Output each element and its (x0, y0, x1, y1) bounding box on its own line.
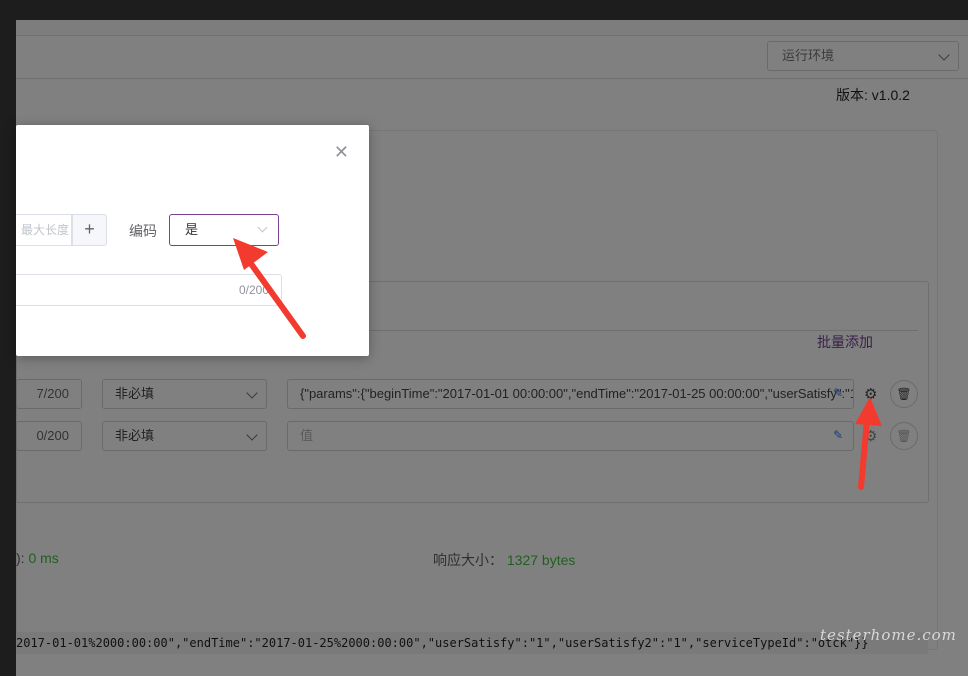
description-count: 0/200 (239, 283, 270, 297)
chevron-down-icon (257, 222, 268, 233)
gear-icon[interactable]: ⚙ (864, 427, 877, 445)
param-name-count: 7/200 (36, 386, 69, 401)
param-settings-dialog: ✕ 最大长度 + 编码 是 0/200 (16, 125, 369, 356)
response-time-label: ): (16, 550, 25, 566)
delete-button-1[interactable]: 🗑 (890, 380, 918, 408)
description-input[interactable]: 0/200 (16, 274, 282, 306)
param-value-input-2[interactable]: 值 ✎ (287, 421, 854, 451)
encode-label: 编码 (129, 223, 157, 239)
encode-select-value: 是 (185, 222, 199, 237)
response-body-line: 2017-01-01%2000:00:00","endTime":"2017-0… (16, 632, 928, 654)
max-length-input[interactable]: 最大长度 (16, 214, 72, 246)
watermark: testerhome.com (820, 626, 957, 644)
required-select-1[interactable]: 非必填 (102, 379, 267, 409)
response-time-value: 0 ms (28, 550, 59, 566)
response-time: ): 0 ms (16, 550, 59, 566)
version-label: 版本: v1.0.2 (836, 87, 910, 103)
response-size-label: 响应大小： (433, 552, 503, 568)
plus-icon: + (84, 219, 95, 239)
header-divider (16, 78, 968, 79)
required-select-value: 非必填 (115, 386, 155, 401)
top-bar (16, 20, 968, 36)
env-select[interactable]: 运行环境 (767, 41, 959, 71)
edit-pencil-icon[interactable]: ✎ (833, 429, 845, 441)
gear-icon[interactable]: ⚙ (864, 385, 877, 403)
trash-icon: 🗑 (896, 387, 912, 401)
batch-add-link[interactable]: 批量添加 (817, 332, 873, 352)
required-select-value: 非必填 (115, 428, 155, 443)
chevron-down-icon (938, 49, 950, 61)
increment-button[interactable]: + (72, 214, 107, 246)
param-name-input-1[interactable]: 7/200 (16, 379, 82, 409)
param-name-input-2[interactable]: 0/200 (16, 421, 82, 451)
close-icon[interactable]: ✕ (334, 143, 349, 161)
trash-icon: 🗑 (896, 429, 912, 443)
response-size: 响应大小： 1327 bytes (433, 550, 575, 570)
chevron-down-icon (246, 387, 258, 399)
required-select-2[interactable]: 非必填 (102, 421, 267, 451)
param-value-input-1[interactable]: {"params":{"beginTime":"2017-01-01 00:00… (287, 379, 854, 409)
param-value-text: {"params":{"beginTime":"2017-01-01 00:00… (300, 386, 854, 401)
chevron-down-icon (246, 429, 258, 441)
param-name-count: 0/200 (36, 428, 69, 443)
edit-pencil-icon[interactable]: ✎ (833, 387, 845, 399)
delete-button-2[interactable]: 🗑 (890, 422, 918, 450)
max-length-placeholder: 最大长度 (20, 223, 69, 237)
response-size-value: 1327 bytes (506, 552, 576, 568)
encode-select[interactable]: 是 (169, 214, 279, 246)
env-select-placeholder: 运行环境 (782, 48, 835, 63)
param-value-placeholder: 值 (300, 428, 314, 443)
